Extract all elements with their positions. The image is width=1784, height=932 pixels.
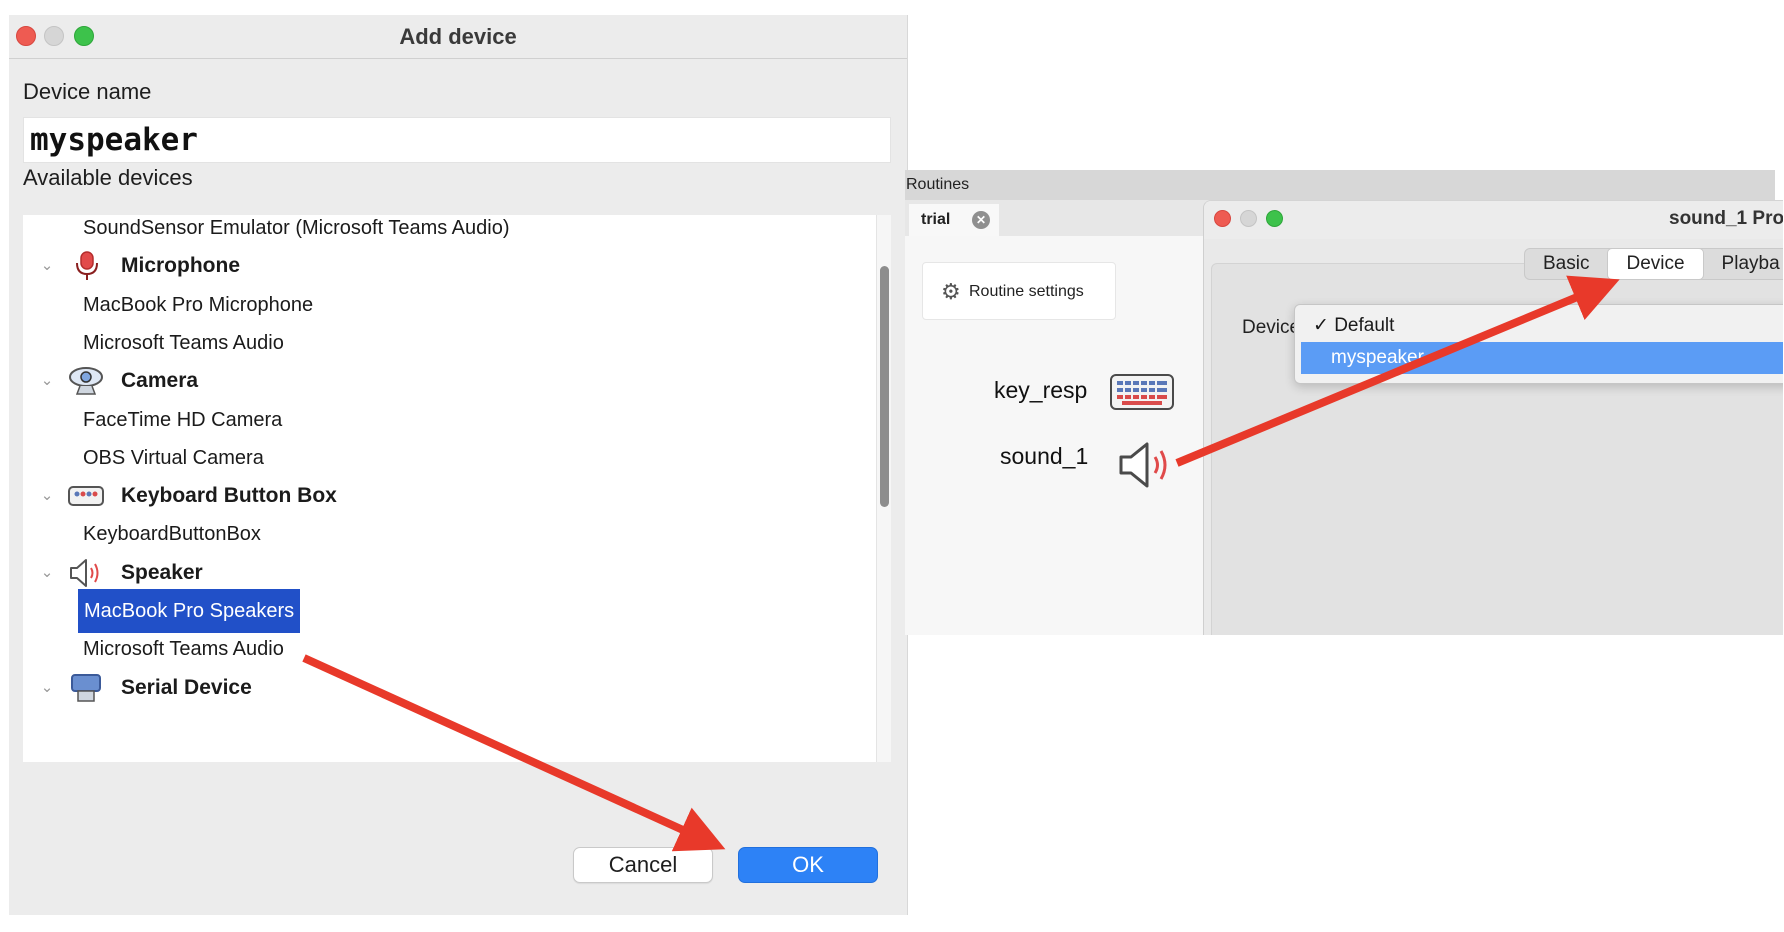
properties-titlebar: sound_1 Pro bbox=[1204, 201, 1783, 239]
close-window-button[interactable] bbox=[1214, 210, 1231, 227]
sound-properties-window: sound_1 Pro Basic Device Playba Device ✓… bbox=[1203, 200, 1783, 635]
dropdown-option-label: Default bbox=[1334, 315, 1395, 336]
component-label-sound-1[interactable]: sound_1 bbox=[1000, 443, 1088, 470]
dropdown-option-myspeaker[interactable]: myspeaker bbox=[1301, 342, 1783, 374]
properties-tabs: Basic Device Playba bbox=[1524, 248, 1783, 280]
device-name-label: Device name bbox=[23, 79, 152, 104]
add-device-dialog: Add device Device name myspeaker Availab… bbox=[9, 15, 908, 915]
tab-trial-label: trial bbox=[921, 211, 951, 228]
dialog-titlebar: Add device bbox=[9, 15, 907, 59]
routine-settings-label: Routine settings bbox=[969, 283, 1084, 300]
speaker-icon bbox=[68, 558, 104, 588]
serial-device-icon bbox=[68, 673, 104, 703]
list-scrollbar-thumb[interactable] bbox=[880, 266, 889, 507]
device-field-label: Device bbox=[1242, 317, 1301, 338]
dialog-title: Add device bbox=[399, 24, 517, 49]
tab-device[interactable]: Device bbox=[1607, 248, 1704, 280]
speaker-icon[interactable] bbox=[1115, 440, 1175, 490]
dropdown-option-default[interactable]: ✓ Default bbox=[1301, 310, 1783, 342]
tab-playback[interactable]: Playba bbox=[1704, 249, 1783, 279]
webcam-icon bbox=[68, 366, 104, 396]
button-box-icon bbox=[68, 481, 104, 511]
device-group-row[interactable]: ⌄ Serial Device bbox=[23, 666, 868, 710]
cancel-button[interactable]: Cancel bbox=[573, 847, 713, 883]
close-tab-icon[interactable]: ✕ bbox=[972, 211, 990, 229]
available-devices-label: Available devices bbox=[23, 165, 193, 190]
tab-basic[interactable]: Basic bbox=[1525, 249, 1607, 279]
chevron-down-icon[interactable]: ⌄ bbox=[37, 666, 57, 710]
tab-trial[interactable]: trial ✕ bbox=[909, 204, 999, 236]
device-group-label: Serial Device bbox=[121, 675, 252, 699]
keyboard-icon[interactable] bbox=[1110, 374, 1174, 410]
routines-header: Routines bbox=[905, 170, 1775, 200]
gear-icon: ⚙ bbox=[941, 279, 961, 304]
microphone-icon bbox=[68, 251, 104, 281]
device-dropdown-menu[interactable]: ✓ Default myspeaker bbox=[1294, 304, 1783, 384]
properties-title: sound_1 Pro bbox=[1669, 208, 1783, 229]
device-name-input[interactable]: myspeaker bbox=[23, 117, 891, 163]
component-label-key-resp[interactable]: key_resp bbox=[994, 377, 1087, 404]
ok-button[interactable]: OK bbox=[738, 847, 878, 883]
available-devices-list[interactable]: SoundSensor Emulator (Microsoft Teams Au… bbox=[23, 215, 891, 762]
checkmark-icon: ✓ bbox=[1313, 315, 1329, 336]
minimize-window-button[interactable] bbox=[1240, 210, 1257, 227]
zoom-window-button[interactable] bbox=[1266, 210, 1283, 227]
routine-settings-button[interactable]: ⚙ Routine settings bbox=[922, 262, 1116, 320]
